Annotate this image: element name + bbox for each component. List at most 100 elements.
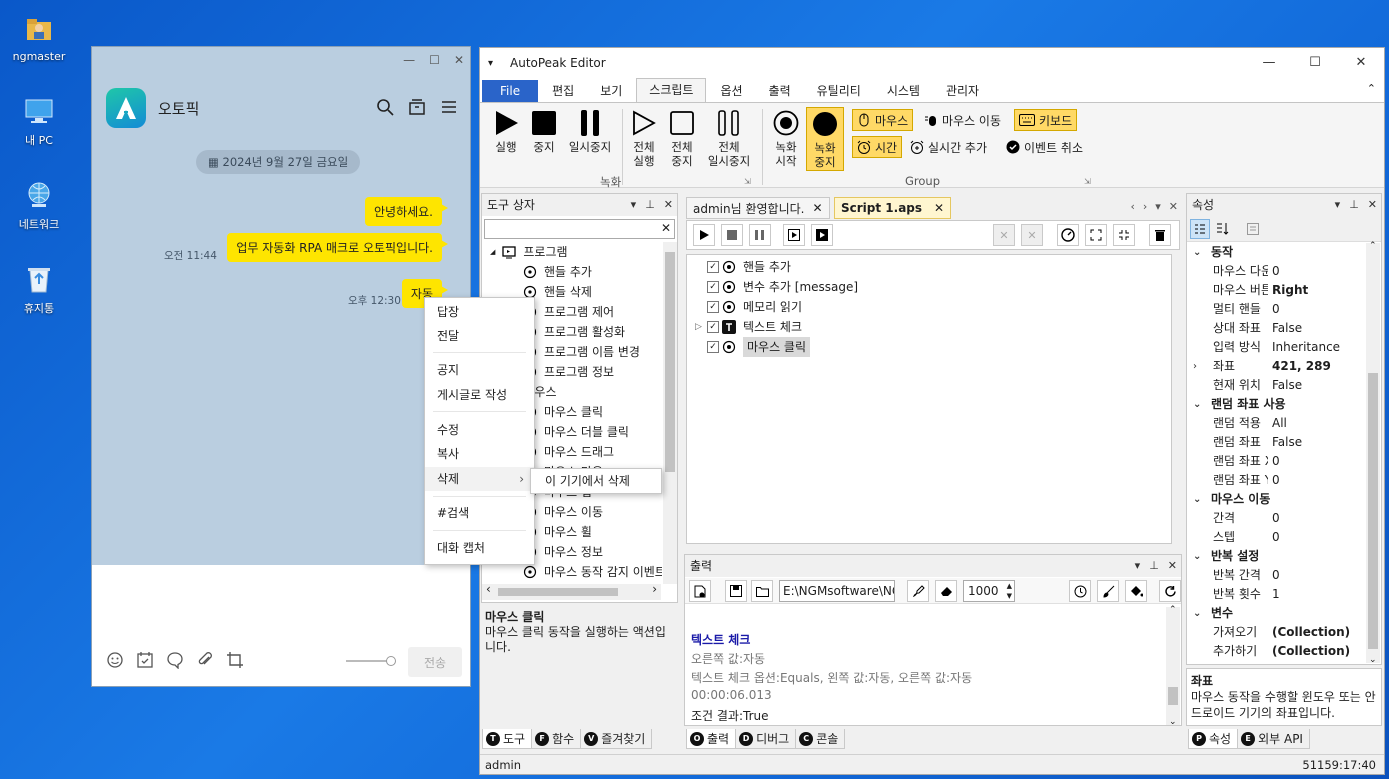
- message-input-area[interactable]: 전송: [92, 565, 470, 686]
- menu-item-search[interactable]: #검색: [425, 501, 534, 525]
- disabled-close-all-icon[interactable]: ✕: [1021, 224, 1043, 246]
- tab-admin[interactable]: 관리자: [934, 80, 991, 102]
- eraser-icon[interactable]: [935, 580, 957, 602]
- record-stop-button[interactable]: 녹화 중지: [806, 107, 844, 171]
- tab-tools[interactable]: T 도구: [482, 729, 533, 749]
- menu-item-forward[interactable]: 전달: [425, 324, 534, 348]
- attach-icon[interactable]: [196, 651, 214, 672]
- property-row[interactable]: 반복 횟수 1: [1187, 585, 1365, 604]
- tree-item[interactable]: 프로그램 제어: [522, 302, 614, 322]
- paint-bucket-icon[interactable]: [1125, 580, 1147, 602]
- menu-item-notice[interactable]: 공지: [425, 358, 534, 382]
- close-icon[interactable]: ✕: [454, 53, 464, 67]
- step-icon[interactable]: [783, 224, 805, 246]
- run-button[interactable]: 실행: [488, 107, 524, 154]
- property-row[interactable]: 스텝 0: [1187, 528, 1365, 547]
- property-row[interactable]: 간격 0: [1187, 509, 1365, 528]
- scrollbar-thumb[interactable]: [498, 588, 618, 596]
- menu-item-copy[interactable]: 복사: [425, 442, 534, 466]
- disabled-close-icon[interactable]: ✕: [993, 224, 1015, 246]
- property-pages-icon[interactable]: [1243, 219, 1263, 239]
- scroll-down-icon[interactable]: ⌄: [1169, 717, 1177, 727]
- script-line-checkbox[interactable]: ✓: [707, 281, 719, 293]
- maximize-icon[interactable]: ☐: [429, 53, 440, 67]
- scrollbar-thumb[interactable]: [1168, 687, 1178, 705]
- tab-debug[interactable]: D 디버그: [735, 729, 797, 749]
- property-row[interactable]: 현재 위치 False: [1187, 376, 1365, 395]
- menu-item-capture[interactable]: 대화 캡처: [425, 536, 534, 560]
- property-row[interactable]: 멀티 핸들 0: [1187, 300, 1365, 319]
- doc-tab-script[interactable]: Script 1.aps ✕: [834, 197, 952, 219]
- tab-system[interactable]: 시스템: [875, 80, 932, 102]
- expand-icon[interactable]: [1085, 224, 1107, 246]
- properties-scrollbar[interactable]: ⌃ ⌄: [1366, 241, 1380, 665]
- tree-item[interactable]: 프로그램 이름 변경: [522, 342, 640, 362]
- tab-script[interactable]: 스크립트: [636, 78, 707, 102]
- scroll-left-icon[interactable]: ‹: [1130, 200, 1134, 213]
- script-line[interactable]: ✓ 핸들 추가: [695, 257, 791, 277]
- property-category[interactable]: ⌄ 마우스 이동: [1187, 490, 1365, 509]
- collapse-icon[interactable]: [1113, 224, 1135, 246]
- stop-icon[interactable]: [721, 224, 743, 246]
- tree-item[interactable]: 마우스 더블 클릭: [522, 422, 629, 442]
- dialog-launcher-icon[interactable]: ⇲: [744, 177, 751, 186]
- speed-icon[interactable]: [1057, 224, 1079, 246]
- menu-item-post[interactable]: 게시글로 작성: [425, 383, 534, 407]
- sort-alpha-icon[interactable]: [1213, 219, 1233, 239]
- property-row[interactable]: 랜덤 좌표 Y0: [1187, 471, 1365, 490]
- tab-edit[interactable]: 편집: [540, 80, 586, 102]
- scroll-up-icon[interactable]: ⌃: [1169, 605, 1177, 615]
- collapse-arrow-icon[interactable]: ⌄: [1193, 547, 1201, 566]
- close-icon[interactable]: ✕: [664, 194, 673, 216]
- desktop-icon-network[interactable]: 네트워크: [8, 178, 70, 232]
- dialog-launcher-icon[interactable]: ⇲: [1084, 177, 1091, 186]
- pin-icon[interactable]: ⊥: [1149, 555, 1159, 577]
- property-grid[interactable]: ⌄동작마우스 다운 대기0마우스 버튼Right멀티 핸들0상대 좌표False…: [1187, 243, 1365, 663]
- property-row[interactable]: 마우스 다운 대기0: [1187, 262, 1365, 281]
- toolbox-scrollbar[interactable]: [663, 242, 677, 584]
- slider-knob[interactable]: [386, 656, 396, 666]
- close-icon[interactable]: ✕: [1368, 194, 1377, 216]
- chat-bubble-icon[interactable]: [166, 651, 184, 672]
- property-row[interactable]: 입력 방식 Inheritance: [1187, 338, 1365, 357]
- close-icon[interactable]: ✕: [812, 201, 822, 215]
- brush-icon[interactable]: [1097, 580, 1119, 602]
- desktop-icon-recycle[interactable]: 휴지통: [8, 262, 70, 316]
- expand-arrow-icon[interactable]: ›: [1193, 357, 1197, 376]
- script-editor[interactable]: ✓ 핸들 추가 ✓ 변수 추가 [message] ✓ 메모리 읽기 ▷ ✓ 텍스트 체크 ✓ 마우…: [686, 254, 1172, 544]
- tree-item[interactable]: 프로그램 활성화: [522, 322, 625, 342]
- tab-utility[interactable]: 유틸리티: [805, 80, 873, 102]
- property-category[interactable]: ⌄ 랜덤 좌표 사용: [1187, 395, 1365, 414]
- property-row[interactable]: 상대 좌표 False: [1187, 319, 1365, 338]
- event-cancel-button[interactable]: 이벤트 취소: [1002, 136, 1087, 158]
- tab-functions[interactable]: F 함수: [531, 729, 582, 749]
- property-row[interactable]: 마우스 버튼 Right: [1187, 281, 1365, 300]
- desktop-icon-user[interactable]: ngmaster: [8, 12, 70, 63]
- tree-item[interactable]: 핸들 추가: [522, 262, 592, 282]
- close-icon[interactable]: ✕: [1169, 200, 1178, 213]
- tab-view[interactable]: 보기: [588, 80, 634, 102]
- emoji-icon[interactable]: [106, 651, 124, 672]
- script-line[interactable]: ▷ ✓ 텍스트 체크: [695, 317, 802, 337]
- property-row[interactable]: › 좌표 421, 289: [1187, 357, 1365, 376]
- drawer-icon[interactable]: [408, 98, 426, 119]
- play-icon[interactable]: [693, 224, 715, 246]
- dropdown-icon[interactable]: ▾: [1335, 194, 1341, 216]
- menu-item-reply[interactable]: 답장: [425, 300, 534, 324]
- send-button[interactable]: 전송: [408, 647, 462, 677]
- scroll-right-icon[interactable]: ›: [1143, 200, 1147, 213]
- tab-output[interactable]: 출력: [757, 80, 803, 102]
- stepper-arrows-icon[interactable]: ▲ ▼: [1007, 581, 1012, 601]
- log-delay-stepper[interactable]: 1000 ▲ ▼: [963, 580, 1015, 602]
- folder-icon[interactable]: [751, 580, 773, 602]
- clock-icon[interactable]: [1069, 580, 1091, 602]
- search-icon[interactable]: [376, 98, 394, 119]
- tab-favorites[interactable]: V 즐겨찾기: [580, 729, 653, 749]
- tree-item[interactable]: 마우스 드래그: [522, 442, 614, 462]
- scroll-left-icon[interactable]: ‹: [486, 582, 491, 596]
- clear-search-icon[interactable]: ✕: [661, 221, 671, 235]
- minimize-icon[interactable]: —: [403, 53, 415, 67]
- message-bubble[interactable]: 안녕하세요.: [364, 197, 449, 226]
- realtime-add-button[interactable]: 실시간 추가: [906, 136, 991, 158]
- desktop-icon-mypc[interactable]: 내 PC: [8, 94, 70, 148]
